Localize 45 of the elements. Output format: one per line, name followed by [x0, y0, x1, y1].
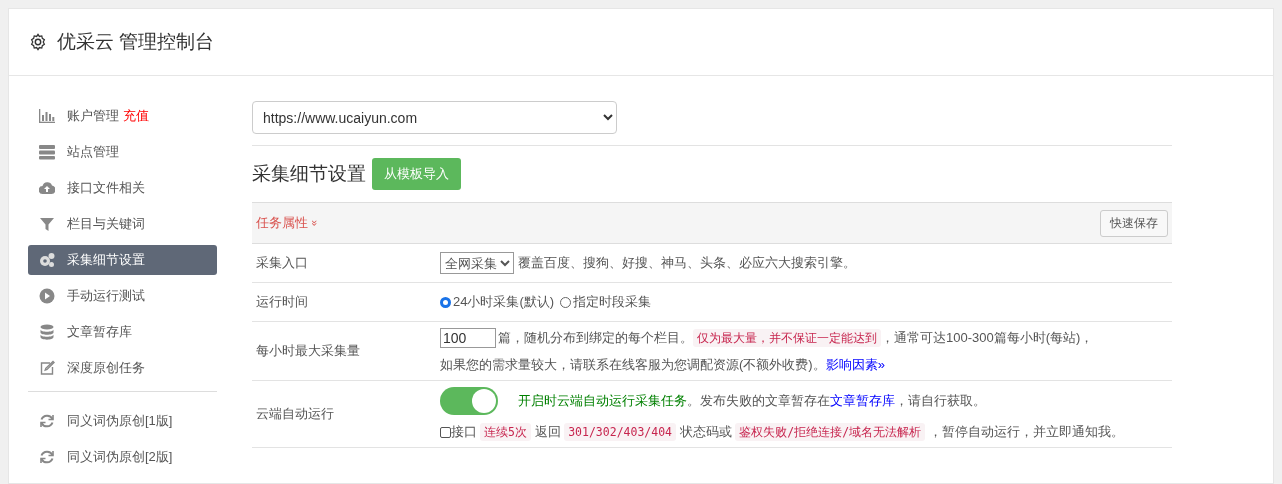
limit-description: 篇，随机分布到绑定的每个栏目。 仅为最大量，并不保证一定能达到 ，通常可达100-300篇每小时(每站)， [498, 329, 1094, 347]
refresh-icon [39, 449, 55, 465]
cloud-upload-icon [39, 180, 55, 196]
recharge-link[interactable]: 充值 [123, 107, 149, 125]
auto-run-description: 连续5次 返回 301/302/403/404 状态码或 鉴权失败/拒绝连接/域名无法解析 ，暂停自动运行，并立即通知我。 [480, 423, 1124, 441]
factors-link[interactable]: 影响因素» [825, 357, 885, 372]
auto-run-description: 开启时云端自动运行采集任务。发布失败的文章暂存在文章暂存库，请自行获取。 [518, 392, 986, 410]
field-label: 云端自动运行 [255, 405, 335, 423]
checkbox-label: 接口 [451, 423, 477, 441]
filter-icon [39, 216, 55, 232]
sidebar-item[interactable]: 手动运行测试 [28, 281, 217, 311]
max-count-input[interactable]: 100 [440, 328, 496, 348]
refresh-icon [39, 413, 55, 429]
sidebar-item[interactable]: 栏目与关键词 [28, 209, 217, 239]
run-time-radio[interactable]: 24小时采集(默认) [440, 293, 555, 311]
sidebar-item[interactable]: 站点管理 [28, 137, 217, 167]
site-select[interactable]: https://www.ucaiyun.com [252, 101, 617, 134]
gears-icon [39, 252, 55, 268]
sidebar-item[interactable]: 同义词伪原创[1版] [28, 406, 217, 436]
sidebar-item[interactable]: 采集细节设置 [28, 245, 217, 275]
run-time-radio[interactable]: 指定时段采集 [560, 293, 652, 311]
sidebar-item[interactable]: 接口文件相关 [28, 173, 217, 203]
source-select[interactable]: 全网采集 [440, 252, 514, 274]
task-properties-toggle[interactable]: 任务属性 » [256, 214, 318, 232]
edit-icon [39, 360, 55, 376]
field-label: 每小时最大采集量 [255, 342, 361, 360]
field-label: 采集入口 [255, 254, 309, 272]
sidebar-item[interactable]: 文章暂存库 [28, 317, 217, 347]
storage-link[interactable]: 文章暂存库 [830, 393, 895, 408]
sidebar-item[interactable]: 深度原创任务 [28, 353, 217, 383]
field-label: 运行时间 [255, 293, 309, 311]
quick-save-button[interactable]: 快速保存 [1100, 209, 1168, 237]
bar-chart-icon [39, 108, 55, 124]
database-icon [39, 324, 55, 340]
sidebar-item[interactable]: 同义词伪原创[2版] [28, 442, 217, 472]
auto-run-toggle[interactable] [440, 387, 498, 415]
play-icon [39, 288, 55, 304]
notify-checkbox[interactable] [440, 426, 451, 438]
section-title: 采集细节设置 [252, 162, 366, 186]
source-description: 覆盖百度、搜狗、好搜、神马、头条、必应六大搜索引擎。 [518, 254, 856, 272]
sidebar-item[interactable]: 账户管理 充值 [28, 101, 217, 131]
server-icon [39, 144, 55, 160]
limit-description: 如果您的需求量较大，请联系在线客服为您调配资源(不额外收费)。影响因素» [440, 356, 885, 374]
settings-icon [29, 33, 47, 51]
console-title: 优采云 管理控制台 [57, 30, 215, 54]
